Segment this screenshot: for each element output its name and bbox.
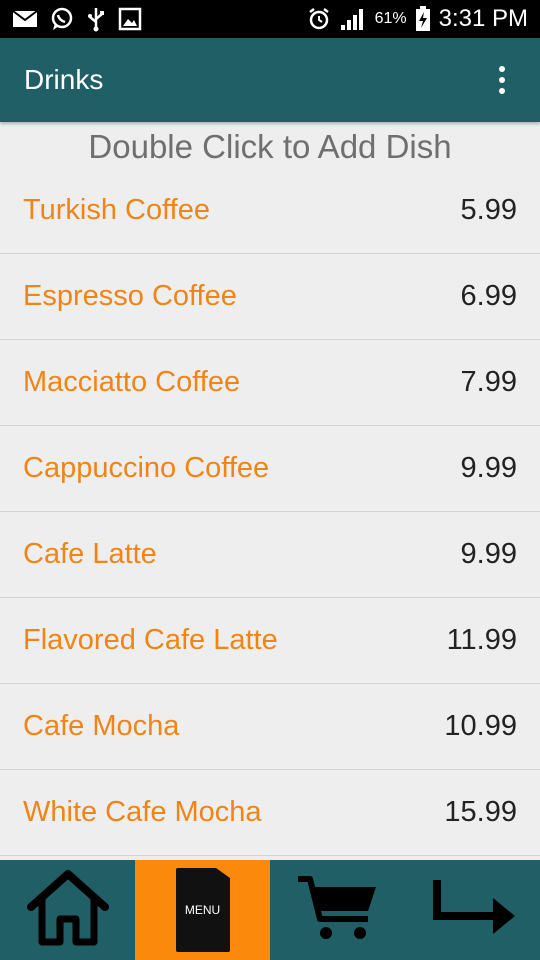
menu-button[interactable]: MENU [135, 860, 270, 960]
home-button[interactable] [0, 860, 135, 960]
bottom-nav: MENU [0, 860, 540, 960]
item-price: 6.99 [460, 280, 517, 312]
whatsapp-icon [50, 7, 74, 31]
battery-percent: 61% [374, 10, 407, 27]
cart-button[interactable] [270, 860, 405, 960]
menu-icon: MENU [175, 868, 230, 952]
list-item[interactable]: Cafe Mocha 10.99 [0, 684, 540, 770]
item-name: Flavored Cafe Latte [23, 624, 278, 656]
menu-book-fold [215, 868, 230, 878]
battery-charging-icon [415, 6, 431, 32]
item-price: 11.99 [446, 624, 517, 656]
list-item[interactable]: Espresso Coffee 6.99 [0, 254, 540, 340]
more-dot [499, 66, 505, 72]
exit-button[interactable] [405, 860, 540, 960]
list-item[interactable]: Flavored Cafe Latte 11.99 [0, 598, 540, 684]
image-icon [118, 7, 142, 31]
add-dish-hint: Double Click to Add Dish [88, 128, 452, 165]
more-vert-icon[interactable] [488, 60, 516, 100]
page-title: Drinks [24, 64, 104, 95]
list-item[interactable]: White Cafe Mocha 15.99 [0, 770, 540, 856]
drink-list: Turkish Coffee 5.99 Espresso Coffee 6.99… [0, 168, 540, 856]
alarm-icon [307, 7, 331, 31]
exit-arrow-icon [429, 878, 517, 943]
item-price: 7.99 [460, 366, 517, 398]
status-bar: 61% 3:31 PM [0, 0, 540, 38]
status-time: 3:31 PM [438, 5, 528, 32]
signal-icon [339, 7, 367, 31]
item-name: Turkish Coffee [23, 194, 210, 226]
item-price: 9.99 [460, 452, 517, 484]
more-dot [499, 88, 505, 94]
item-name: Espresso Coffee [23, 280, 237, 312]
mail-icon [12, 9, 38, 29]
list-item[interactable]: Cafe Latte 9.99 [0, 512, 540, 598]
item-name: Cafe Latte [23, 538, 157, 570]
list-item[interactable]: Macciatto Coffee 7.99 [0, 340, 540, 426]
item-price: 10.99 [444, 710, 517, 742]
list-item[interactable]: Turkish Coffee 5.99 [0, 168, 540, 254]
item-price: 5.99 [460, 194, 517, 226]
menu-label: MENU [184, 903, 221, 917]
item-price: 15.99 [444, 796, 517, 828]
item-name: Cappuccino Coffee [23, 452, 270, 484]
item-name: White Cafe Mocha [23, 796, 262, 828]
home-icon [26, 869, 110, 952]
usb-icon [86, 6, 106, 32]
more-dot [499, 77, 505, 83]
item-name: Cafe Mocha [23, 710, 180, 742]
item-price: 9.99 [460, 538, 517, 570]
item-name: Macciatto Coffee [23, 366, 241, 398]
app-bar: Drinks [0, 38, 540, 122]
list-item[interactable]: Cappuccino Coffee 9.99 [0, 426, 540, 512]
status-bar-system: 61% 3:31 PM [307, 5, 528, 33]
cart-icon [296, 873, 380, 948]
status-bar-notifications [12, 6, 142, 32]
